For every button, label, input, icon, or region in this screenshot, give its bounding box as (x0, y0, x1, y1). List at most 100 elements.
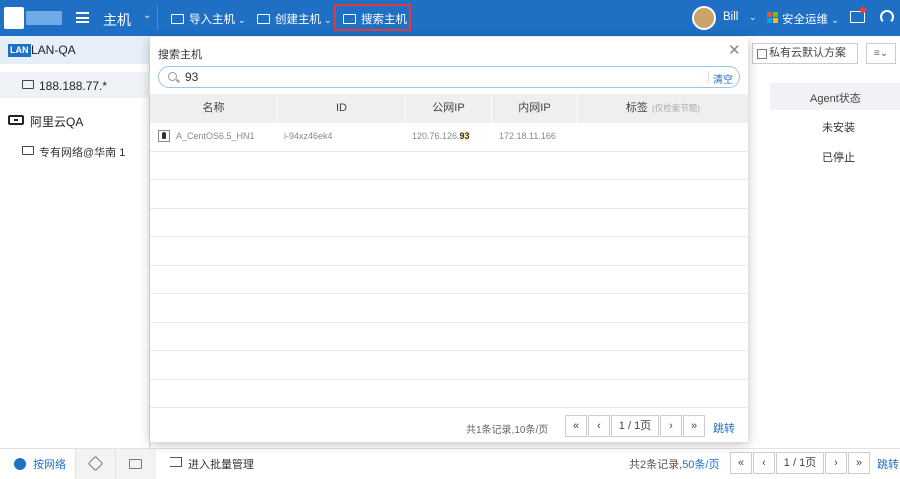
column-header-id[interactable]: ID (278, 94, 406, 123)
scheme-filter-label: 私有云默认方案 (769, 47, 846, 59)
aliyun-icon (8, 115, 24, 125)
sidebar-item-label: LAN-QA (31, 43, 76, 57)
import-host-button[interactable]: 导入主机 ⌄ (171, 11, 246, 27)
next-page-button[interactable]: › (825, 452, 847, 474)
monitor-icon (22, 146, 34, 155)
chevron-down-icon: ⌄ (324, 15, 332, 25)
table-row (150, 237, 748, 266)
results-table-header: 名称 ID 公网IP 内网IP 标签 (仅检索节题) (150, 94, 748, 123)
record-summary: 共2条记录,50条/页 (629, 456, 719, 472)
sidebar-item-lan-qa[interactable]: LAN LAN-QA (0, 36, 150, 64)
create-host-button[interactable]: 创建主机 ⌄ (257, 11, 332, 27)
clear-button[interactable]: 清空 (713, 71, 733, 86)
lan-icon: LAN (8, 44, 31, 57)
sidebar-item-host-group[interactable]: 188.188.77.* (0, 72, 150, 98)
first-page-button[interactable]: « (565, 415, 587, 437)
import-icon (171, 14, 184, 24)
first-page-button[interactable]: « (730, 452, 752, 474)
bottom-bar: 按网络 进入批量管理 共2条记录,50条/页 « ‹ 1 / 1页 › » 跳转 (0, 448, 900, 479)
search-input[interactable] (185, 69, 685, 85)
next-page-button[interactable]: › (660, 415, 682, 437)
sidebar: LAN LAN-QA 188.188.77.* 阿里云QA 专有网络@华南 1 (0, 36, 150, 448)
prev-page-button[interactable]: ‹ (588, 415, 610, 437)
sidebar-item-label: 阿里云QA (30, 115, 84, 129)
create-icon (257, 14, 270, 24)
globe-icon (14, 458, 26, 470)
chevron-down-icon[interactable]: ⌄ (749, 12, 757, 23)
sidebar-item-vpc[interactable]: 专有网络@华南 1 (0, 142, 150, 164)
agent-status-cell: 已停止 (822, 152, 855, 164)
tab-by-tag[interactable] (76, 449, 116, 479)
tab-label: 按网络 (33, 459, 66, 471)
results-table-body: A_CentOS6.5_HN1 i-94xz46ek4 120.76.126.9… (150, 123, 748, 408)
result-summary: 共1条记录,10条/页 (466, 425, 549, 436)
last-page-button[interactable]: » (848, 452, 870, 474)
prev-page-button[interactable]: ‹ (753, 452, 775, 474)
security-ops-label: 安全运维 (782, 14, 828, 26)
avatar[interactable] (692, 6, 716, 30)
search-host-dialog: 搜索主机 ✕ 清空 名称 ID 公网IP 内网IP 标签(仅检索节题) A_Ce… (150, 37, 748, 442)
chevron-down-icon: ⌄ (238, 15, 246, 25)
table-row (150, 209, 748, 237)
chevron-down-icon[interactable]: ⌄ (143, 10, 151, 21)
tab-by-folder[interactable] (116, 449, 156, 479)
search-bar: 清空 (158, 66, 740, 88)
search-match-highlight: 93 (459, 131, 470, 141)
folder-icon (129, 459, 142, 469)
page-size-select[interactable]: 50条/页 (682, 459, 719, 471)
column-header-private-ip[interactable]: 内网IP (492, 94, 578, 123)
table-row (150, 351, 748, 380)
column-header-tag[interactable]: 标签 (仅检索节题) (578, 94, 748, 123)
column-header-public-ip[interactable]: 公网IP (406, 94, 492, 123)
linux-icon (158, 130, 170, 142)
sidebar-item-label: 188.188.77.* (39, 79, 108, 93)
record-count: 共2条记录, (629, 459, 683, 471)
table-row (150, 294, 748, 323)
column-header-name[interactable]: 名称 (150, 94, 278, 123)
user-name[interactable]: Bill (723, 11, 738, 23)
public-ip-prefix: 120.76.126. (412, 131, 460, 141)
host-id-cell: i-94xz46ek4 (284, 131, 333, 141)
batch-icon[interactable] (170, 457, 182, 467)
last-page-button[interactable]: » (683, 415, 705, 437)
notification-dot (860, 7, 866, 13)
divider (157, 6, 158, 30)
search-icon (168, 72, 177, 81)
agent-status-header: Agent状态 (810, 93, 861, 105)
close-icon[interactable]: ✕ (728, 41, 741, 59)
table-row[interactable]: A_CentOS6.5_HN1 i-94xz46ek4 120.76.126.9… (150, 123, 748, 152)
search-host-icon (343, 14, 356, 24)
table-row (150, 180, 748, 209)
search-host-label: 搜索主机 (361, 14, 407, 26)
divider (708, 71, 709, 83)
security-ops-menu[interactable]: 安全运维 ⌄ (782, 11, 839, 27)
import-host-label: 导入主机 (189, 14, 235, 26)
jump-button[interactable]: 跳转 (713, 420, 735, 436)
app-logo[interactable] (4, 7, 66, 29)
table-row (150, 152, 748, 180)
public-ip-cell: 120.76.126.93 (412, 131, 470, 141)
jump-button[interactable]: 跳转 (877, 456, 899, 472)
module-title[interactable]: 主机 (103, 10, 131, 30)
dialog-footer: 共1条记录,10条/页 « ‹ 1 / 1页 › » 跳转 (150, 408, 748, 442)
batch-manage-link[interactable]: 进入批量管理 (188, 456, 254, 472)
sort-icon[interactable]: ≡⌄ (866, 43, 896, 64)
private-ip-cell: 172.18.11.166 (499, 131, 556, 141)
table-row (150, 380, 748, 408)
scheme-filter[interactable]: 私有云默认方案 (752, 43, 858, 64)
search-host-button[interactable]: 搜索主机 (343, 11, 407, 27)
host-name-cell[interactable]: A_CentOS6.5_HN1 (176, 131, 255, 141)
table-row (150, 323, 748, 351)
tag-icon (87, 455, 104, 472)
tag-header-hint: (仅检索节题) (651, 103, 701, 113)
support-icon[interactable] (880, 10, 894, 24)
menu-icon[interactable] (76, 12, 89, 23)
top-bar: 主机 ⌄ 导入主机 ⌄ 创建主机 ⌄ 搜索主机 Bill ⌄ 安全运维 ⌄ (0, 0, 900, 36)
tag-header-label: 标签 (625, 102, 648, 114)
monitor-icon (22, 80, 34, 89)
tab-by-network[interactable]: 按网络 (0, 449, 76, 479)
page-indicator: 1 / 1页 (776, 452, 824, 474)
table-row (150, 266, 748, 294)
agent-status-cell: 未安装 (822, 122, 855, 134)
apps-icon[interactable] (767, 12, 778, 23)
